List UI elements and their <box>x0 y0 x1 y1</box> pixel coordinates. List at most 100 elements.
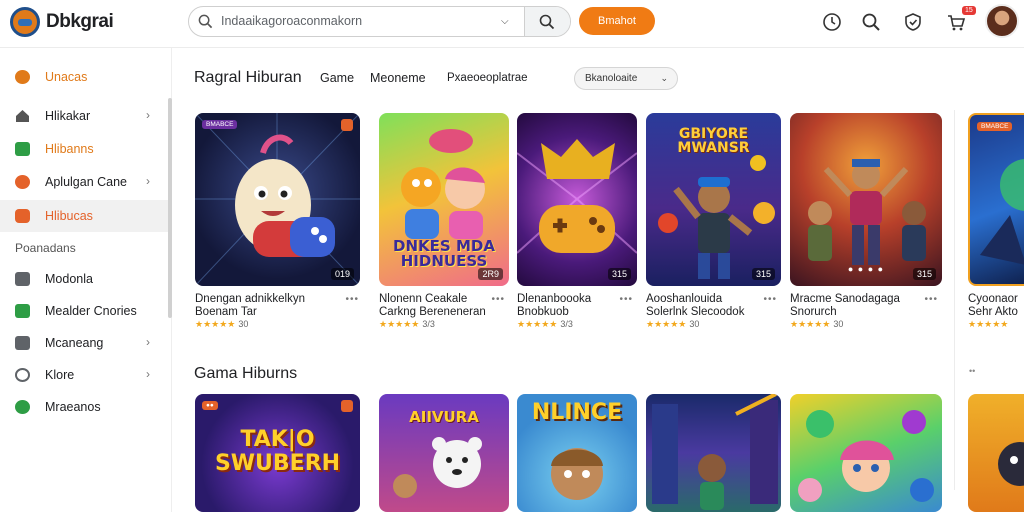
sidebar-item-klore[interactable]: Klore › <box>0 359 168 391</box>
rating-count: 30 <box>689 319 700 329</box>
sidebar-item-label: Mealder Cnories <box>45 304 137 318</box>
logo-icon[interactable] <box>10 7 40 37</box>
game-card-cover[interactable] <box>968 394 1024 512</box>
card-badge: 019 <box>330 268 354 280</box>
card-badge: 315 <box>607 268 631 280</box>
search-icon[interactable] <box>861 12 881 32</box>
home-orange-icon <box>15 70 30 84</box>
green-tile-icon <box>15 142 30 156</box>
game-card-cover[interactable]: 315 <box>517 113 637 286</box>
rating: ★★★★★ 30 <box>790 319 942 330</box>
rating-count: 3/3 <box>560 319 573 329</box>
game-card-cover[interactable]: BMABCE 019 <box>195 113 360 286</box>
sidebar-item-unacas[interactable]: Unacas <box>0 61 168 93</box>
game-card-cover[interactable]: ● ● ● ● 315 <box>790 113 942 286</box>
sidebar-item-label: Modonla <box>45 272 93 286</box>
game-card-meta: Aooshanlouida Solerlnk Slecoodok ★★★★★ 30… <box>646 293 781 330</box>
primary-cta-button[interactable]: Bmahot <box>579 7 655 35</box>
sidebar-item-aplulgan-cane[interactable]: Aplulgan Cane › <box>0 166 168 198</box>
card-badge: 315 <box>912 268 936 280</box>
game-card-meta: Mracme Sanodagaga Snorurch ★★★★★ 30 ••• <box>790 293 942 330</box>
main-content: Ragral Hiburan Game Meoneme Pxaeoeoplatr… <box>172 48 1024 512</box>
avatar[interactable] <box>985 4 1019 38</box>
orange-badge-icon <box>15 175 30 189</box>
game-title[interactable]: Cyoonaor <box>968 293 1024 305</box>
filter-dropdown-value: Bkanoloaite <box>585 73 638 84</box>
sidebar-item-label: Aplulgan Cane <box>45 175 128 189</box>
sidebar-item-modonla[interactable]: Modonla <box>0 263 168 295</box>
more-options-icon[interactable]: ••• <box>763 294 777 305</box>
rating-stars: ★★★★★ <box>646 319 687 329</box>
game-card-cover[interactable]: GBIYORE MWANSR 315 <box>646 113 781 286</box>
bookmark-icon[interactable] <box>341 119 353 131</box>
game-card-cover[interactable]: NLINCE <box>517 394 637 512</box>
game-title[interactable]: Dnengan adnikkelkyn <box>195 293 363 305</box>
character-illustration <box>551 448 603 500</box>
sidebar-item-label: Unacas <box>45 70 88 84</box>
sidebar-item-hlibucas[interactable]: Hlibucas <box>0 200 168 232</box>
game-card-cover[interactable]: TAK|O SWUBERH ●● <box>195 394 360 512</box>
game-card-cover[interactable]: DNKES MDA HIDNUESS 2R9 <box>379 113 509 286</box>
rating-stars: ★★★★★ <box>968 319 1009 329</box>
carousel-dots[interactable]: ● ● ● ● <box>848 264 884 274</box>
cover-title: TAK|O SWUBERH <box>214 427 341 476</box>
rating: ★★★★★ 3/3 <box>379 319 509 330</box>
content-divider <box>954 110 955 490</box>
sidebar-item-label: Mcaneang <box>45 336 104 350</box>
sidebar-item-mraeanos[interactable]: Mraeanos <box>0 391 168 423</box>
compass-icon <box>15 368 30 382</box>
sidebar-item-hlibanns[interactable]: Hlibanns <box>0 133 168 165</box>
game-card-meta: Cyoonaor Sehr Akto ★★★★★ <box>968 293 1024 330</box>
card-badge: 315 <box>751 268 775 280</box>
game-card-cover[interactable] <box>790 394 942 512</box>
more-options-icon[interactable]: ••• <box>491 294 505 305</box>
card-badge: 2R9 <box>478 268 503 280</box>
brand-name[interactable]: Dbkgrai <box>46 11 114 33</box>
bag-icon <box>15 272 30 286</box>
game-title[interactable]: Nlonenn Ceakale <box>379 293 509 305</box>
sidebar-item-label: Mraeanos <box>45 400 101 414</box>
sidebar-item-mealder-cnories[interactable]: Mealder Cnories <box>0 295 168 327</box>
card-tag: ●● <box>202 401 218 410</box>
more-options-icon[interactable]: ••• <box>345 294 359 305</box>
character-illustration <box>980 159 1024 265</box>
chevron-down-icon: ⌄ <box>660 73 668 83</box>
green-leaf-icon <box>15 400 30 414</box>
game-card-cover[interactable] <box>646 394 781 512</box>
orange-flame-icon <box>15 209 30 223</box>
home-icon <box>15 109 30 123</box>
search-bar[interactable]: Indaaikagoroaconmakorn ⌵ <box>188 6 571 37</box>
cart-icon[interactable] <box>946 12 966 32</box>
clock-icon[interactable] <box>822 12 842 32</box>
game-card-cover[interactable]: AIIVURA <box>379 394 509 512</box>
more-options-icon[interactable]: ••• <box>924 294 938 305</box>
chip-game[interactable]: Game <box>320 71 354 85</box>
rating-stars: ★★★★★ <box>195 319 236 329</box>
search-icon <box>539 14 555 30</box>
bookmark-icon[interactable] <box>341 400 353 412</box>
character-illustration <box>517 139 637 254</box>
card-tag: BMABCE <box>202 120 238 129</box>
cover-title: DNKES MDA HIDNUESS <box>393 237 495 270</box>
more-options-icon[interactable]: •• <box>969 366 975 376</box>
search-button[interactable] <box>524 7 570 36</box>
chevron-down-icon[interactable]: ⌵ <box>501 16 509 27</box>
chevron-right-icon: › <box>146 108 150 122</box>
more-options-icon[interactable]: ••• <box>619 294 633 305</box>
chip-pxaeoeoplatrae[interactable]: Pxaeoeoplatrae <box>447 72 528 84</box>
game-title[interactable]: Aooshanlouida <box>646 293 781 305</box>
search-input[interactable]: Indaaikagoroaconmakorn <box>221 14 362 28</box>
sidebar-item-label: Hlibanns <box>45 142 94 156</box>
rating-stars: ★★★★★ <box>517 319 558 329</box>
sidebar-item-hlikakar[interactable]: Hlikakar › <box>0 100 168 132</box>
chip-meoneme[interactable]: Meoneme <box>370 71 426 85</box>
game-title[interactable]: Mracme Sanodagaga <box>790 293 942 305</box>
sidebar-item-mcaneang[interactable]: Mcaneang › <box>0 327 168 359</box>
character-illustration <box>652 394 778 510</box>
shield-icon[interactable] <box>903 12 923 32</box>
game-card-cover[interactable]: BMABCE <box>968 113 1024 286</box>
game-card-meta: Dlenanboooka Bnobkuob ★★★★★ 3/3 ••• <box>517 293 637 330</box>
filter-dropdown[interactable]: Bkanoloaite ⌄ <box>574 67 678 90</box>
search-icon <box>198 14 213 29</box>
folder-icon <box>15 336 30 350</box>
